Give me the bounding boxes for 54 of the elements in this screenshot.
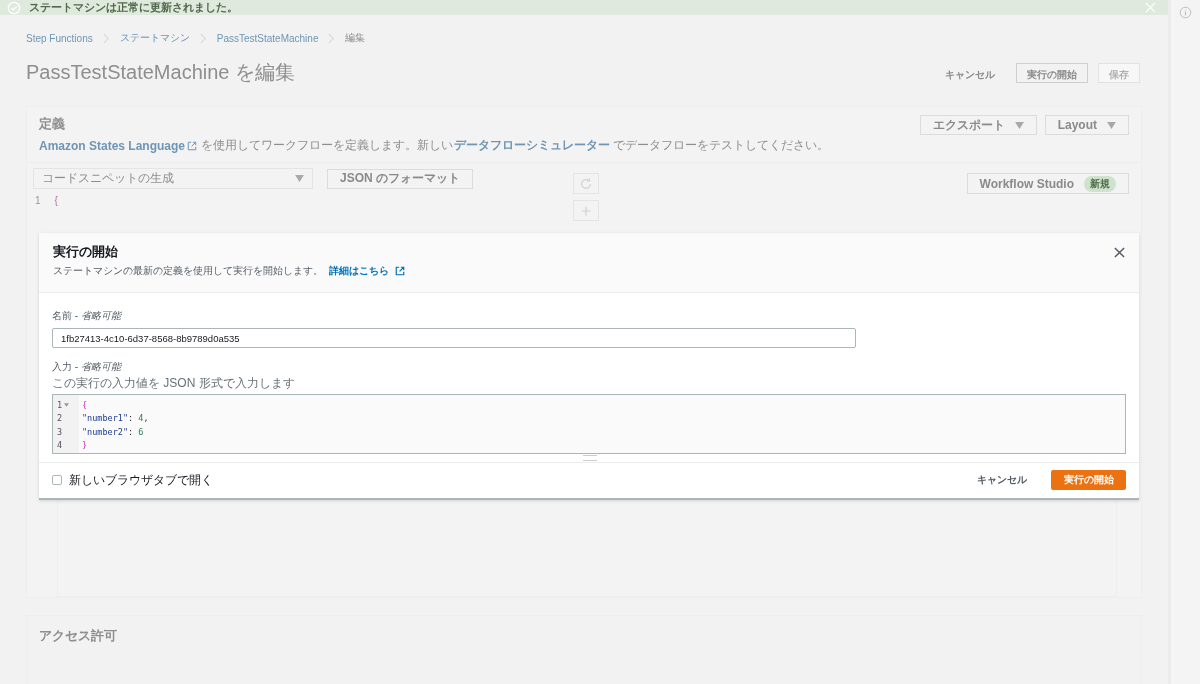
breadcrumb[interactable]: PassTestStateMachine [216,32,319,44]
dialog-title: 実行の開始 [53,243,119,261]
code-line: { [54,195,58,206]
dropdown-button[interactable]: エクスポート [919,115,1037,135]
description-text: を使用してワークフローを定義します。新しい [201,137,454,154]
line-number: 3 [57,425,64,439]
line-number: 4 [57,439,64,452]
doc-link[interactable]: データフローシミュレーター [454,137,611,154]
external-link-icon [187,140,198,151]
cancel-button[interactable]: キャンセル [967,469,1037,491]
action-button[interactable]: 実行の開始 [1016,62,1088,83]
dialog-description: ステートマシンの最新の定義を使用して実行を開始します。 [53,264,323,278]
format-button[interactable]: JSON のフォーマット [327,168,473,189]
code-line: } [82,439,89,452]
section-title: アクセス許可 [39,628,117,643]
line-number: 1 [57,398,79,412]
code-line: "number1": 4, [82,412,149,425]
field-label: 名前 - 省略可能 [52,309,123,323]
doc-link[interactable]: Amazon States Language [39,138,199,153]
plus-icon[interactable] [573,200,599,221]
cancel-link[interactable]: キャンセル [934,62,1006,83]
info-icon[interactable] [1179,6,1192,19]
section-title: 定義 [39,115,66,133]
line-number: 1 [35,195,41,206]
workflow-studio-button[interactable]: Workflow Studio 新規 [966,173,1129,194]
check-circle-icon [7,0,21,15]
banner-message: ステートマシンは正常に更新されました。 [29,0,239,15]
close-icon[interactable] [1114,247,1125,258]
checkbox-label: 新しいブラウザタブで開く [69,471,213,489]
code-line: "number2": 6 [82,425,145,439]
breadcrumb[interactable]: ステートマシン [119,31,190,45]
start-button[interactable]: 実行の開始 [1051,470,1126,490]
name-input[interactable]: 1fb27413-4c10-6d37-8568-8b9789d0a535 [52,328,856,348]
caret-icon [1014,121,1024,129]
dropdown-button[interactable]: Layout [1044,115,1129,135]
chevron-icon [102,32,110,44]
field-hint: この実行の入力値を JSON 形式で入力します [52,375,296,392]
checkbox[interactable] [52,475,62,485]
chevron-icon [199,32,207,44]
caret-icon [295,175,304,182]
breadcrumb[interactable]: Step Functions [26,32,93,44]
code-line: { [82,398,89,412]
line-number: 2 [57,412,64,425]
description-text: でデータフローをテストしてください。 [613,137,830,154]
snippet-select[interactable]: コードスニペットの生成 [33,168,313,189]
learn-more-link[interactable]: 詳細はこちら [329,264,389,278]
external-link-icon [395,266,405,276]
breadcrumb: 編集 [345,31,366,45]
field-label: 入力 - 省略可能 [52,360,123,374]
chevron-icon [328,32,336,44]
caret-icon [1107,121,1116,129]
page-title: PassTestStateMachine を編集 [26,60,295,85]
resize-handle[interactable] [583,455,597,461]
refresh-icon[interactable] [573,173,599,194]
